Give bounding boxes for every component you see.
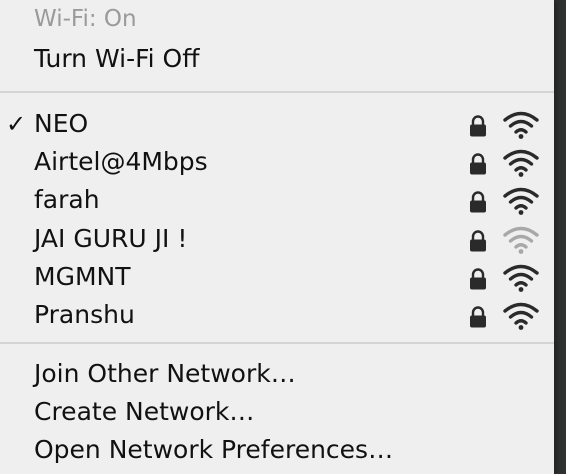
divider <box>0 91 554 93</box>
lock-icon <box>470 115 486 137</box>
checkmark-icon: ✓ <box>6 110 27 138</box>
divider <box>0 342 554 344</box>
wifi-signal-icon <box>503 111 539 139</box>
wifi-status-header: Wi-Fi: On <box>34 6 137 32</box>
network-item[interactable]: ✓ NEO <box>0 105 554 143</box>
network-name: MGMNT <box>34 261 131 291</box>
network-name: Airtel@4Mbps <box>34 147 208 177</box>
create-network-label: Create Network… <box>34 397 255 426</box>
network-name: farah <box>34 185 100 215</box>
network-item[interactable]: MGMNT <box>0 258 554 296</box>
lock-icon <box>470 229 486 252</box>
network-name: NEO <box>34 109 89 138</box>
wifi-signal-icon <box>503 149 539 178</box>
open-network-preferences-item[interactable]: Open Network Preferences… <box>0 431 554 469</box>
wifi-signal-icon <box>503 226 539 254</box>
open-network-preferences-label: Open Network Preferences… <box>34 435 394 464</box>
lock-icon <box>470 191 486 213</box>
lock-icon <box>470 306 486 328</box>
network-item[interactable]: JAI GURU JI ! <box>0 220 554 258</box>
join-other-network-item[interactable]: Join Other Network… <box>0 355 554 393</box>
lock-icon <box>470 153 486 175</box>
turn-wifi-off-label: Turn Wi-Fi Off <box>34 44 200 73</box>
wifi-signal-icon <box>503 302 539 330</box>
create-network-item[interactable]: Create Network… <box>0 393 554 431</box>
network-item[interactable]: farah <box>0 181 554 219</box>
join-other-network-label: Join Other Network… <box>34 359 296 388</box>
network-item[interactable]: Airtel@4Mbps <box>0 143 554 181</box>
wifi-signal-icon <box>503 188 539 216</box>
network-name: JAI GURU JI ! <box>34 223 188 253</box>
wifi-menu: Wi-Fi: On Turn Wi-Fi Off ✓ NEO Airtel@4Mbp… <box>0 0 554 474</box>
network-name: Pranshu <box>34 300 135 329</box>
lock-icon <box>470 268 486 290</box>
wifi-signal-icon <box>503 264 539 292</box>
network-item[interactable]: Pranshu <box>0 296 554 334</box>
turn-wifi-off-item[interactable]: Turn Wi-Fi Off <box>0 40 554 78</box>
